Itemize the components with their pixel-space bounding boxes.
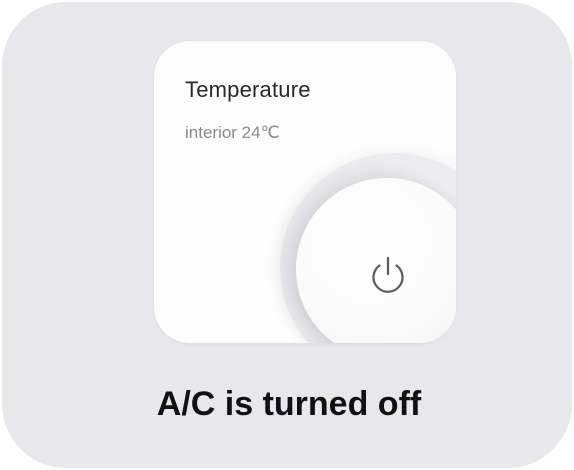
card-title: Temperature bbox=[185, 77, 311, 102]
ac-status-message: A/C is turned off bbox=[156, 385, 422, 423]
temperature-card: Temperature interior 24℃ bbox=[154, 41, 456, 343]
ac-status-panel: Temperature interior 24℃ A/C is turned o… bbox=[2, 2, 572, 468]
interior-temperature: interior 24℃ bbox=[185, 123, 280, 142]
power-icon bbox=[372, 256, 404, 293]
